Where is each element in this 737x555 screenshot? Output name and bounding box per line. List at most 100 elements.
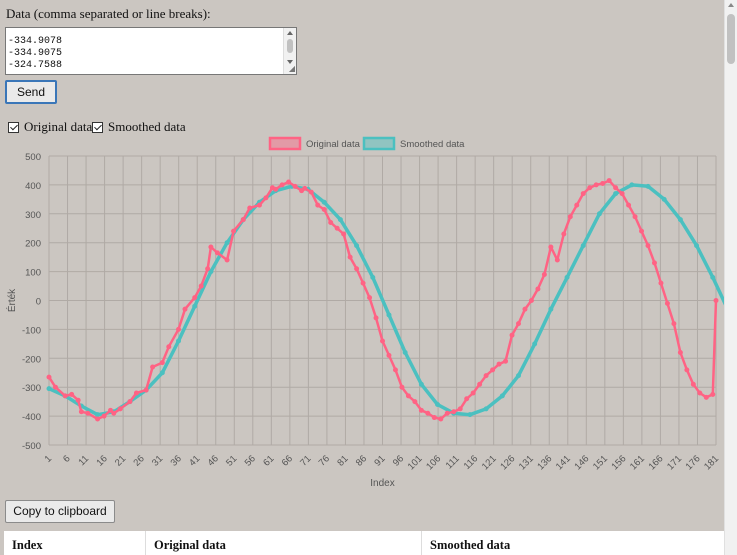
page-scroll-up-icon[interactable] [728, 3, 734, 7]
original-data-line-point [198, 283, 204, 289]
original-data-line-point [567, 214, 573, 220]
page-scrollbar[interactable] [724, 0, 737, 555]
x-tick-label: 76 [317, 453, 332, 468]
original-data-line-point [405, 393, 411, 399]
x-tick-label: 106 [424, 453, 443, 472]
smoothed-data-line-point [532, 341, 538, 347]
original-data-line-point [561, 231, 567, 237]
x-tick-label: 61 [261, 453, 276, 468]
original-data-line-point [176, 326, 182, 332]
original-data-line-point [240, 217, 246, 223]
original-data-line-point [593, 182, 599, 188]
original-data-line-point [457, 406, 463, 412]
x-tick-label: 166 [647, 453, 666, 472]
data-input-label: Data (comma separated or line breaks): [6, 6, 211, 21]
data-textarea[interactable]: -334.9078 -334.9075 -324.7588 ◢ [5, 27, 297, 75]
smoothed-data-line-point [386, 312, 392, 318]
original-data-line-point [150, 364, 156, 370]
x-tick-label: 111 [444, 453, 462, 471]
x-axis-title: Index [370, 478, 394, 489]
original-data-line-point [85, 410, 91, 416]
original-data-line-point [639, 228, 645, 234]
y-tick-label: 500 [25, 152, 41, 163]
original-data-line-point [626, 202, 632, 208]
smoothed-data-line-point [354, 243, 360, 249]
copy-to-clipboard-button[interactable]: Copy to clipboard [5, 500, 115, 523]
x-tick-label: 136 [535, 453, 554, 472]
original-data-line-point [658, 280, 664, 286]
original-data-line-point [677, 350, 683, 356]
original-data-line-point [292, 183, 298, 189]
x-tick-label: 56 [243, 453, 258, 468]
page-scroll-thumb[interactable] [727, 14, 735, 64]
smoothed-data-line-point [159, 370, 165, 376]
original-data-line-point [263, 195, 269, 201]
x-tick-label: 131 [517, 453, 536, 472]
column-header-original: Original data [146, 531, 422, 555]
original-data-line-point [133, 390, 139, 396]
x-tick-label: 161 [628, 453, 647, 472]
smoothed-data-line-point [435, 402, 441, 408]
original-data-line-point [101, 413, 107, 419]
column-header-smoothed: Smoothed data [422, 531, 725, 555]
x-tick-label: 146 [572, 453, 591, 472]
smoothed-data-line-point [499, 393, 505, 399]
smoothed-data-line-point [677, 217, 683, 223]
original-data-line-point [664, 300, 670, 306]
column-header-index: Index [4, 531, 146, 555]
original-data-line-point [341, 231, 347, 237]
resize-grip-icon[interactable]: ◢ [289, 65, 295, 73]
original-data-line-point [418, 407, 424, 413]
original-data-line-point [192, 295, 198, 301]
original-data-line-point [548, 244, 554, 250]
original-data-line-point [451, 409, 457, 415]
original-data-line-point [111, 410, 117, 416]
scroll-thumb[interactable] [287, 39, 293, 53]
smoothed-data-line-point [337, 217, 343, 223]
x-tick-label: 6 [61, 453, 73, 465]
smoothed-data-line-point [224, 240, 230, 246]
x-tick-label: 126 [498, 453, 517, 472]
original-data-line-point [690, 381, 696, 387]
y-tick-label: 400 [25, 181, 41, 192]
scroll-up-arrow-icon[interactable] [287, 31, 293, 35]
original-data-line-point [464, 396, 470, 402]
original-data-line-point [438, 416, 444, 422]
smoothed-data-line-point [548, 306, 554, 312]
x-tick-label: 141 [554, 453, 573, 472]
x-tick-label: 1 [43, 453, 55, 465]
x-tick-label: 151 [591, 453, 610, 472]
smoothed-data-line-point [564, 274, 570, 280]
smoothed-data-line-point [580, 243, 586, 249]
original-data-line-point [302, 185, 308, 191]
x-tick-label: 11 [76, 453, 91, 468]
send-button[interactable]: Send [5, 80, 57, 104]
original-data-line-point [78, 409, 84, 415]
x-tick-label: 96 [391, 453, 406, 468]
original-data-line-point [75, 397, 81, 403]
original-data-line-point [95, 416, 101, 422]
original-data-line-point [392, 367, 398, 373]
smoothed-data-line-point [515, 373, 521, 379]
original-data-line-point [205, 266, 211, 272]
original-data-line-point [684, 367, 690, 373]
x-tick-label: 46 [206, 453, 221, 468]
textarea-content: -334.9078 -334.9075 -324.7588 [8, 36, 63, 71]
original-data-line-point [580, 191, 586, 197]
original-data-line-point [483, 373, 489, 379]
original-data-line-point [62, 393, 68, 399]
original-data-line-point [182, 306, 188, 312]
x-tick-label: 51 [224, 453, 239, 468]
original-data-line-point [247, 205, 253, 211]
original-data-line-point [46, 374, 52, 380]
legend-swatch-smoothed [362, 136, 396, 151]
original-data-line-point [214, 250, 220, 256]
original-data-line-point [490, 367, 496, 373]
original-data-line-point [574, 202, 580, 208]
x-tick-label: 16 [94, 453, 109, 468]
original-data-line-point [334, 225, 340, 231]
original-data-line-point [117, 406, 123, 412]
results-table-header: Index Original data Smoothed data [4, 531, 725, 555]
legend-label-smoothed: Smoothed data [400, 139, 465, 150]
original-data-line-point [522, 306, 528, 312]
